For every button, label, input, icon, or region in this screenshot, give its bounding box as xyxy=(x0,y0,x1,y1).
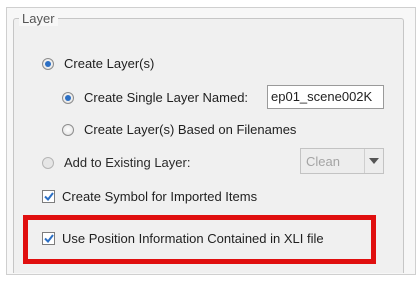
layer-name-value: ep01_scene002K xyxy=(271,89,373,104)
create-symbol-label: Create Symbol for Imported Items xyxy=(62,189,258,204)
layer-name-field[interactable]: ep01_scene002K xyxy=(267,85,384,109)
create-single-layer-label: Create Single Layer Named: xyxy=(84,90,249,105)
create-single-layer-option[interactable]: Create Single Layer Named: xyxy=(62,90,248,105)
add-to-existing-layer-option[interactable]: Add to Existing Layer: xyxy=(42,155,190,170)
create-layers-radio[interactable] xyxy=(42,57,54,70)
create-layers-from-filenames-radio[interactable] xyxy=(62,123,74,136)
create-single-layer-radio[interactable] xyxy=(62,91,74,104)
create-layers-from-filenames-label: Create Layer(s) Based on Filenames xyxy=(84,122,297,137)
create-symbol-checkbox[interactable] xyxy=(42,190,55,203)
existing-layer-dropdown[interactable]: Clean xyxy=(300,148,384,174)
chevron-down-icon[interactable] xyxy=(364,149,383,173)
add-to-existing-layer-radio[interactable] xyxy=(42,156,54,169)
create-layers-option[interactable]: Create Layer(s) xyxy=(42,56,154,71)
create-layers-label: Create Layer(s) xyxy=(64,56,155,71)
create-layers-from-filenames-option[interactable]: Create Layer(s) Based on Filenames xyxy=(62,122,296,137)
add-to-existing-layer-label: Add to Existing Layer: xyxy=(64,155,191,170)
layer-group-title: Layer xyxy=(19,11,58,26)
highlight-box xyxy=(23,215,376,264)
existing-layer-dropdown-value: Clean xyxy=(306,153,340,169)
checkmark-icon xyxy=(43,192,54,201)
create-symbol-option[interactable]: Create Symbol for Imported Items xyxy=(42,189,257,204)
